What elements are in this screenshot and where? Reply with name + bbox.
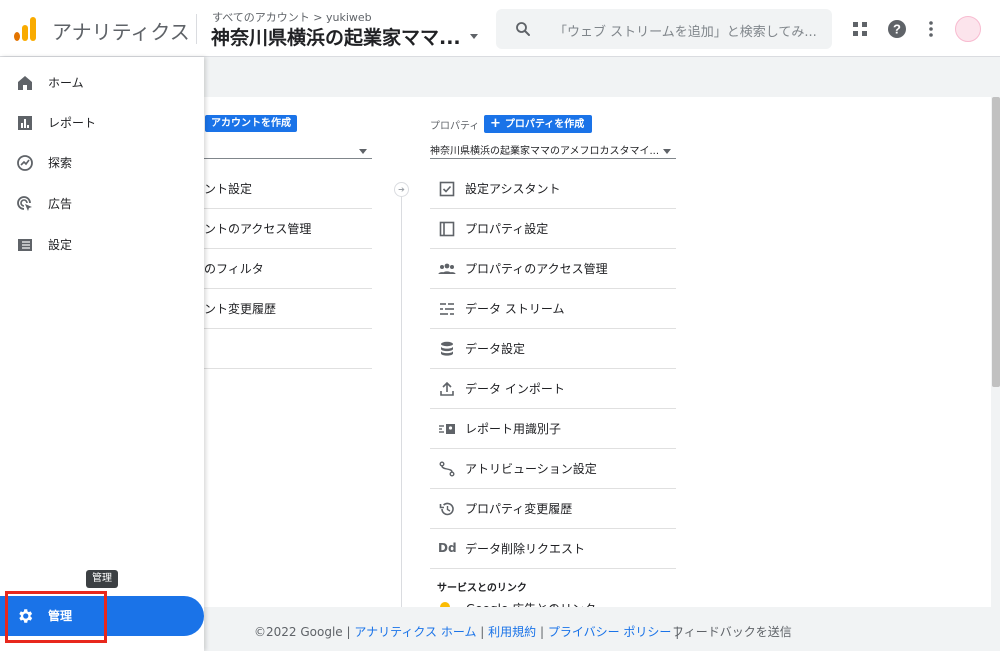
- list-settings-icon: [18, 239, 32, 251]
- people-icon: [438, 263, 456, 274]
- property-select[interactable]: 神奈川県横浜の起業家ママのアメフロカスタマイ...: [430, 142, 676, 157]
- reporting-identity-label: レポート用識別子: [465, 422, 562, 436]
- data-settings-item[interactable]: データ設定: [430, 329, 676, 369]
- nav-item-reports[interactable]: レポート: [0, 103, 204, 143]
- nav-item-home[interactable]: ホーム: [0, 63, 204, 103]
- nav-item-label: レポート: [48, 116, 97, 130]
- highlight-box: [5, 591, 107, 643]
- admin-tooltip: 管理: [86, 570, 118, 588]
- svg-text:?: ?: [893, 22, 901, 37]
- data-deletion-item[interactable]: Dd データ削除リクエスト: [430, 529, 676, 569]
- account-select-underline: [204, 158, 372, 159]
- plus-icon: +: [490, 116, 501, 131]
- nav-item-explore[interactable]: 探索: [0, 143, 204, 183]
- property-history-label: プロパティ変更履歴: [465, 502, 573, 516]
- nav-item-advertising[interactable]: 広告: [0, 184, 204, 224]
- property-dropdown-chevron-icon[interactable]: [663, 149, 671, 154]
- app-name[interactable]: アナリティクス: [52, 16, 190, 45]
- scrollbar[interactable]: [992, 97, 1000, 387]
- top-app-bar: アナリティクス すべてのアカウント > yukiweb 神奈川県横浜の起業家ママ…: [0, 0, 1000, 57]
- apps-grid-icon[interactable]: [850, 19, 870, 39]
- property-access-label: プロパティのアクセス管理: [465, 262, 608, 276]
- property-selector[interactable]: 神奈川県横浜の起業家ママ...: [211, 23, 461, 50]
- footer-link-analytics-home[interactable]: アナリティクス ホーム: [354, 625, 476, 639]
- search-input[interactable]: 「ウェブ ストリームを追加」と検索してみ...: [554, 21, 824, 40]
- data-stream-icon: [440, 303, 454, 315]
- search-bar[interactable]: 「ウェブ ストリームを追加」と検索してみ...: [496, 9, 832, 49]
- property-settings-label: プロパティ設定: [465, 222, 549, 236]
- account-empty-item: [204, 329, 372, 369]
- feedback-link[interactable]: フィードバックを送信: [672, 623, 792, 640]
- data-streams-item[interactable]: データ ストリーム: [430, 289, 676, 329]
- account-dropdown-chevron-icon[interactable]: [359, 149, 367, 154]
- column-divider: [401, 195, 402, 607]
- account-access-item[interactable]: ントのアクセス管理: [204, 209, 372, 249]
- data-deletion-label: データ削除リクエスト: [465, 542, 586, 556]
- identifier-icon: [439, 424, 455, 434]
- footer-links: ©2022 Google | アナリティクス ホーム | 利用規約 | プライバ…: [254, 625, 680, 639]
- attribution-settings-item[interactable]: アトリビューション設定: [430, 449, 676, 489]
- attribution-icon: [439, 461, 455, 477]
- property-history-item[interactable]: プロパティ変更履歴: [430, 489, 676, 529]
- admin-subheader: [204, 58, 991, 96]
- history-icon: [439, 502, 454, 516]
- upload-icon: [440, 381, 454, 396]
- footer-link-terms[interactable]: 利用規約: [488, 625, 536, 639]
- avatar[interactable]: [955, 16, 981, 42]
- property-settings-item[interactable]: プロパティ設定: [430, 209, 676, 249]
- checklist-icon: [439, 181, 455, 197]
- footer-link-privacy[interactable]: プライバシー ポリシー: [548, 625, 672, 639]
- more-vert-icon[interactable]: [921, 19, 941, 39]
- attribution-settings-label: アトリビューション設定: [465, 462, 597, 476]
- data-import-item[interactable]: データ インポート: [430, 369, 676, 409]
- bar-chart-icon: [18, 116, 32, 130]
- nav-item-label: 探索: [48, 156, 73, 170]
- copyright: ©2022 Google: [254, 625, 343, 639]
- property-select-underline: [430, 158, 676, 159]
- data-streams-label: データ ストリーム: [465, 302, 565, 316]
- property-access-item[interactable]: プロパティのアクセス管理: [430, 249, 676, 289]
- create-property-label: プロパティを作成: [504, 119, 585, 130]
- help-icon[interactable]: ?: [887, 19, 907, 39]
- property-label: プロパティ: [430, 121, 480, 132]
- chevron-down-icon[interactable]: [470, 34, 478, 39]
- setup-assistant-item[interactable]: 設定アシスタント: [430, 169, 676, 209]
- arrow-right-icon: ➔: [394, 182, 409, 197]
- nav-item-label: 広告: [48, 197, 73, 211]
- account-filters-item[interactable]: のフィルタ: [204, 249, 372, 289]
- setup-assistant-label: 設定アシスタント: [465, 182, 561, 196]
- dd-icon: Dd: [438, 541, 457, 555]
- data-import-label: データ インポート: [465, 382, 565, 396]
- create-account-button[interactable]: アカウントを作成: [205, 115, 297, 132]
- explore-icon: [17, 155, 33, 171]
- links-heading: サービスとのリンク: [437, 583, 527, 594]
- nav-item-label: ホーム: [48, 76, 84, 90]
- account-settings-item[interactable]: ント設定: [204, 169, 372, 209]
- ads-target-icon: [17, 196, 32, 211]
- account-history-item[interactable]: ント変更履歴: [204, 289, 372, 329]
- nav-item-configure[interactable]: 設定: [0, 225, 204, 265]
- property-settings-icon: [439, 221, 455, 237]
- data-settings-label: データ設定: [465, 342, 526, 356]
- create-property-button[interactable]: + プロパティを作成: [484, 115, 593, 133]
- header-divider: [196, 14, 197, 44]
- search-icon: [516, 22, 530, 36]
- analytics-logo-icon[interactable]: [14, 17, 36, 41]
- nav-item-label: 設定: [48, 238, 73, 252]
- reporting-identity-item[interactable]: レポート用識別子: [430, 409, 676, 449]
- home-icon: [18, 76, 32, 90]
- database-icon: [441, 341, 453, 356]
